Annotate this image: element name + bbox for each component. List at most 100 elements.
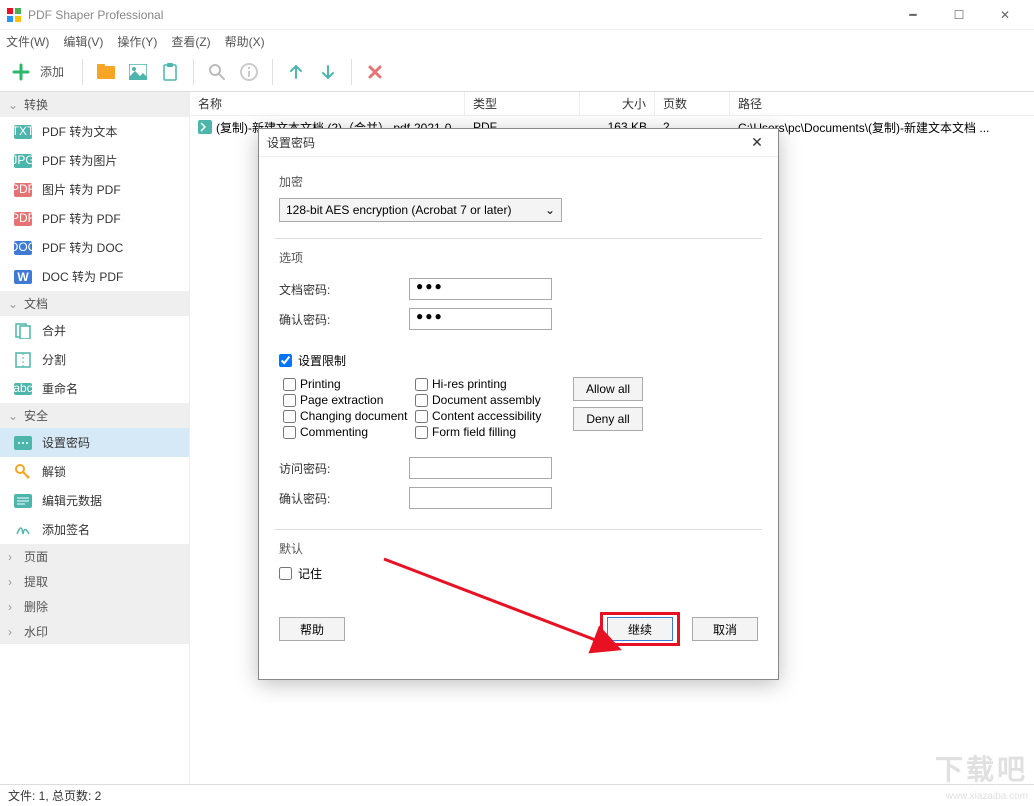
sidebar-item-edit-metadata[interactable]: 编辑元数据 [0, 486, 189, 515]
set-restrictions-label: 设置限制 [298, 352, 346, 369]
sidebar-item-image-to-pdf[interactable]: PDF图片 转为 PDF [0, 175, 189, 204]
key-icon [14, 464, 32, 480]
sidebar-item-rename[interactable]: abc重命名 [0, 374, 189, 403]
pdf-file-icon [198, 120, 212, 134]
sidebar-group-security[interactable]: ⌄安全 [0, 403, 189, 428]
sidebar-group-delete[interactable]: ›删除 [0, 594, 189, 619]
svg-text:PDF: PDF [14, 212, 32, 225]
sidebar-item-pdf-to-text[interactable]: TXTPDF 转为文本 [0, 117, 189, 146]
deny-all-button[interactable]: Deny all [573, 407, 643, 431]
sidebar-group-extract[interactable]: › 提取 [0, 569, 189, 594]
statusbar: 文件: 1, 总页数: 2 [0, 784, 1034, 806]
perm-form-field-filling-checkbox[interactable] [415, 426, 428, 439]
sidebar-group-convert[interactable]: ⌄转换 [0, 92, 189, 117]
col-path[interactable]: 路径 [730, 92, 1034, 115]
sidebar-item-pdf-to-pdf[interactable]: PDFPDF 转为 PDF [0, 204, 189, 233]
close-button[interactable]: ✕ [982, 0, 1028, 30]
options-label: 选项 [279, 249, 758, 266]
sidebar-group-label: 提取 [24, 573, 48, 590]
col-type[interactable]: 类型 [465, 92, 580, 115]
encryption-select[interactable]: 128-bit AES encryption (Acrobat 7 or lat… [279, 198, 562, 222]
access-confirm-label: 确认密码: [279, 490, 409, 507]
access-password-label: 访问密码: [279, 460, 409, 477]
continue-button[interactable]: 继续 [607, 617, 673, 641]
sidebar-group-watermark[interactable]: ›水印 [0, 619, 189, 644]
help-button[interactable]: 帮助 [279, 617, 345, 641]
remember-label: 记住 [298, 565, 322, 582]
svg-text:PDF: PDF [14, 183, 32, 196]
delete-icon[interactable] [362, 59, 388, 85]
info-icon[interactable] [236, 59, 262, 85]
password-icon [14, 435, 32, 451]
chevron-down-icon: ⌄ [545, 203, 555, 217]
status-text: 文件: 1, 总页数: 2 [8, 787, 101, 804]
chevron-right-icon: › [8, 575, 18, 589]
titlebar: PDF Shaper Professional ━ ☐ ✕ [0, 0, 1034, 30]
sidebar-item-doc-to-pdf[interactable]: WDOC 转为 PDF [0, 262, 189, 291]
allow-all-button[interactable]: Allow all [573, 377, 643, 401]
up-arrow-icon[interactable] [283, 59, 309, 85]
sidebar-group-pages[interactable]: ›页面 [0, 544, 189, 569]
perm-changing-document-checkbox[interactable] [283, 410, 296, 423]
file-list-header: 名称 类型 大小 页数 路径 [190, 92, 1034, 116]
sidebar-item-pdf-to-doc[interactable]: DOCPDF 转为 DOC [0, 233, 189, 262]
perm-document-assembly-checkbox[interactable] [415, 394, 428, 407]
menu-view[interactable]: 查看(Z) [171, 33, 210, 50]
sidebar-group-label: 文档 [24, 295, 48, 312]
perm-hires-printing-checkbox[interactable] [415, 378, 428, 391]
pdf-icon: PDF [14, 211, 32, 227]
watermark-text: 下载吧 [935, 748, 1028, 788]
folder-icon[interactable] [93, 59, 119, 85]
perm-page-extraction-checkbox[interactable] [283, 394, 296, 407]
pdf-icon: PDF [14, 182, 32, 198]
search-icon[interactable] [204, 59, 230, 85]
chevron-right-icon: › [8, 600, 18, 614]
sidebar-item-pdf-to-image[interactable]: JPGPDF 转为图片 [0, 146, 189, 175]
dialog-close-button[interactable]: ✕ [744, 134, 770, 151]
col-size[interactable]: 大小 [580, 92, 655, 115]
sidebar-item-add-signature[interactable]: 添加签名 [0, 515, 189, 544]
image-icon[interactable] [125, 59, 151, 85]
sidebar-group-label: 转换 [24, 96, 48, 113]
menu-file[interactable]: 文件(W) [6, 33, 49, 50]
menu-edit[interactable]: 编辑(V) [63, 33, 103, 50]
menu-action[interactable]: 操作(Y) [117, 33, 157, 50]
col-pages[interactable]: 页数 [655, 92, 730, 115]
maximize-button[interactable]: ☐ [936, 0, 982, 30]
sidebar-group-document[interactable]: ⌄文档 [0, 291, 189, 316]
doc-icon: DOC [14, 240, 32, 256]
signature-icon [14, 522, 32, 538]
access-confirm-input[interactable] [409, 487, 552, 509]
sidebar-item-unlock[interactable]: 解锁 [0, 457, 189, 486]
jpg-icon: JPG [14, 153, 32, 169]
chevron-down-icon: ⌄ [8, 409, 18, 423]
remember-checkbox[interactable] [279, 567, 292, 580]
svg-text:W: W [17, 270, 29, 284]
col-name[interactable]: 名称 [190, 92, 465, 115]
sidebar: ⌄转换 TXTPDF 转为文本 JPGPDF 转为图片 PDF图片 转为 PDF… [0, 92, 190, 784]
txt-icon: TXT [14, 124, 32, 140]
perm-content-accessibility-checkbox[interactable] [415, 410, 428, 423]
set-password-dialog: 设置密码 ✕ 加密 128-bit AES encryption (Acroba… [258, 128, 779, 680]
sidebar-item-set-password[interactable]: 设置密码 [0, 428, 189, 457]
doc-password-input[interactable]: ●●● [409, 278, 552, 300]
sidebar-item-merge[interactable]: 合并 [0, 316, 189, 345]
set-restrictions-checkbox[interactable] [279, 354, 292, 367]
dialog-titlebar: 设置密码 ✕ [259, 129, 778, 157]
menu-help[interactable]: 帮助(X) [225, 33, 265, 50]
minimize-button[interactable]: ━ [890, 0, 936, 30]
sidebar-item-split[interactable]: 分割 [0, 345, 189, 374]
cancel-button[interactable]: 取消 [692, 617, 758, 641]
add-button[interactable] [8, 59, 34, 85]
down-arrow-icon[interactable] [315, 59, 341, 85]
confirm-password-input[interactable]: ●●● [409, 308, 552, 330]
access-password-input[interactable] [409, 457, 552, 479]
paste-icon[interactable] [157, 59, 183, 85]
rename-icon: abc [14, 381, 32, 397]
perm-printing-checkbox[interactable] [283, 378, 296, 391]
svg-text:DOC: DOC [14, 241, 32, 254]
chevron-right-icon: › [8, 550, 18, 564]
sidebar-group-label: 水印 [24, 623, 48, 640]
watermark-url: www.xiazaiba.com [946, 791, 1028, 802]
perm-commenting-checkbox[interactable] [283, 426, 296, 439]
